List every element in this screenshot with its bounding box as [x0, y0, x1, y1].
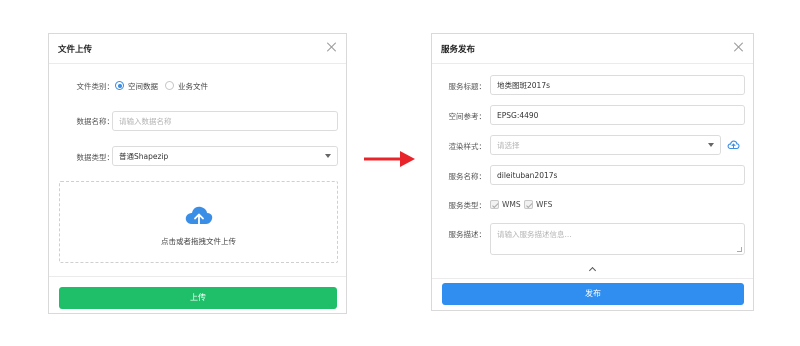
upload-dialog-title: 文件上传	[58, 45, 93, 55]
checkbox-wfs[interactable]	[524, 200, 533, 209]
data-type-select[interactable]: 普通Shapezip	[112, 146, 338, 166]
service-desc-placeholder: 请输入服务描述信息...	[497, 230, 572, 239]
radio-business-file[interactable]	[165, 81, 174, 90]
service-name-input[interactable]: dileituban2017s	[490, 165, 745, 185]
service-title-label: 服务标题：	[448, 82, 487, 91]
close-icon[interactable]	[326, 41, 338, 53]
publish-footer-divider	[432, 278, 753, 279]
upload-dialog: 文件上传 文件类别： 空间数据 业务文件 数据名称： 请输入数据名称 数据类型：…	[48, 33, 347, 314]
upload-dialog-header: 文件上传	[49, 34, 346, 64]
checkbox-wms-label[interactable]: WMS	[502, 200, 521, 209]
chevron-down-icon	[325, 154, 331, 158]
radio-spatial-data[interactable]	[115, 81, 124, 90]
service-desc-textarea[interactable]: 请输入服务描述信息...	[490, 223, 745, 255]
close-icon[interactable]	[733, 41, 745, 53]
render-style-select[interactable]: 请选择	[490, 135, 721, 155]
publish-dialog-title: 服务发布	[441, 45, 476, 55]
upload-dropzone[interactable]: 点击或者拖拽文件上传	[59, 181, 338, 263]
arrow-right-icon	[364, 151, 415, 167]
service-type-label: 服务类型：	[448, 201, 487, 210]
chevron-down-icon	[708, 143, 714, 147]
chevron-up-icon[interactable]	[588, 266, 597, 275]
publish-dialog-header: 服务发布	[432, 34, 753, 64]
cloud-upload-icon	[185, 206, 213, 226]
checkbox-wms[interactable]	[490, 200, 499, 209]
service-desc-label: 服务描述：	[448, 230, 487, 239]
cloud-icon[interactable]	[727, 139, 740, 150]
radio-business-file-label[interactable]: 业务文件	[178, 81, 208, 92]
checkbox-wfs-label[interactable]: WFS	[536, 200, 552, 209]
service-name-label: 服务名称：	[448, 172, 487, 181]
stage: 文件上传 文件类别： 空间数据 业务文件 数据名称： 请输入数据名称 数据类型：…	[0, 0, 800, 346]
data-type-value: 普通Shapezip	[119, 152, 169, 161]
data-name-label: 数据名称：	[76, 117, 115, 126]
render-style-placeholder: 请选择	[497, 141, 520, 150]
upload-footer-divider	[49, 276, 346, 277]
publish-button[interactable]: 发布	[442, 283, 744, 305]
render-style-label: 渲染样式：	[448, 142, 487, 151]
data-type-label: 数据类型：	[76, 153, 115, 162]
upload-button[interactable]: 上传	[59, 287, 337, 309]
data-name-input[interactable]: 请输入数据名称	[112, 111, 338, 131]
publish-dialog: 服务发布 服务标题： 地类图斑2017s 空间参考： EPSG:4490 渲染样…	[431, 33, 754, 311]
file-type-label: 文件类别：	[76, 82, 115, 91]
service-title-input[interactable]: 地类图斑2017s	[490, 75, 745, 95]
dropzone-text: 点击或者拖拽文件上传	[161, 237, 236, 246]
resize-handle-icon[interactable]	[737, 247, 742, 252]
spatial-ref-label: 空间参考：	[448, 112, 487, 121]
radio-spatial-data-label[interactable]: 空间数据	[128, 81, 158, 92]
spatial-ref-input[interactable]: EPSG:4490	[490, 105, 745, 125]
